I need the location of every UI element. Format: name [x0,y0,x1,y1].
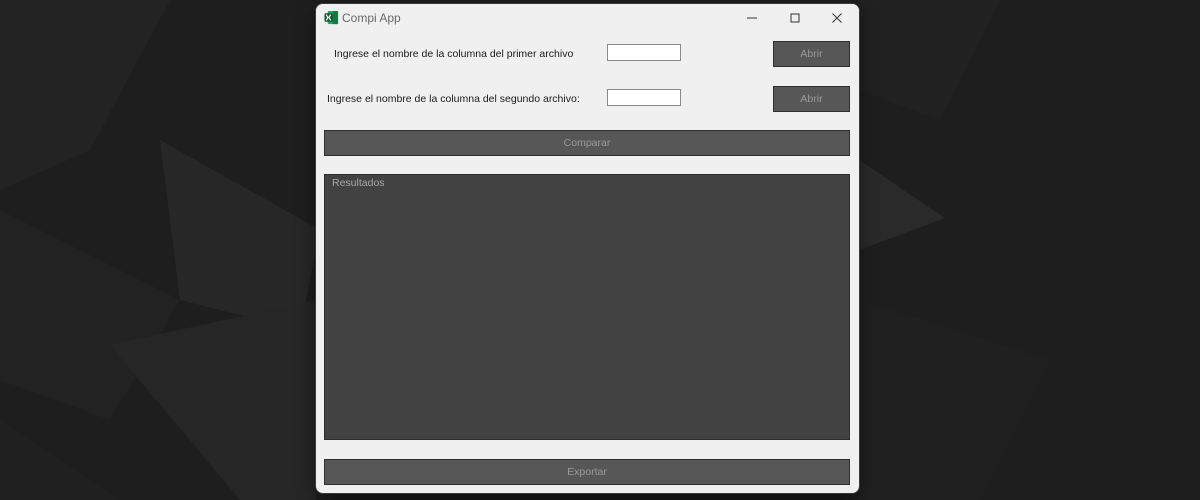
results-area[interactable]: Resultados [324,174,850,440]
maximize-icon [790,13,800,23]
open-second-file-button[interactable]: Abrir [773,86,850,112]
maximize-button[interactable] [774,4,816,32]
title-bar[interactable]: Compi App [316,4,859,32]
open-first-file-button[interactable]: Abrir [773,41,850,67]
close-button[interactable] [816,4,858,32]
first-column-label: Ingrese el nombre de la columna del prim… [334,48,574,60]
results-label: Resultados [332,177,385,189]
second-column-label: Ingrese el nombre de la columna del segu… [327,93,580,105]
app-window: Compi App Ingrese el nombre de la column… [316,4,859,493]
window-title: Compi App [342,11,401,25]
close-icon [832,13,842,23]
excel-icon [324,10,339,25]
compare-button[interactable]: Comparar [324,130,850,156]
first-column-input[interactable] [607,44,681,61]
minimize-icon [747,17,757,19]
second-column-input[interactable] [607,89,681,106]
minimize-button[interactable] [731,4,773,32]
export-button[interactable]: Exportar [324,459,850,485]
